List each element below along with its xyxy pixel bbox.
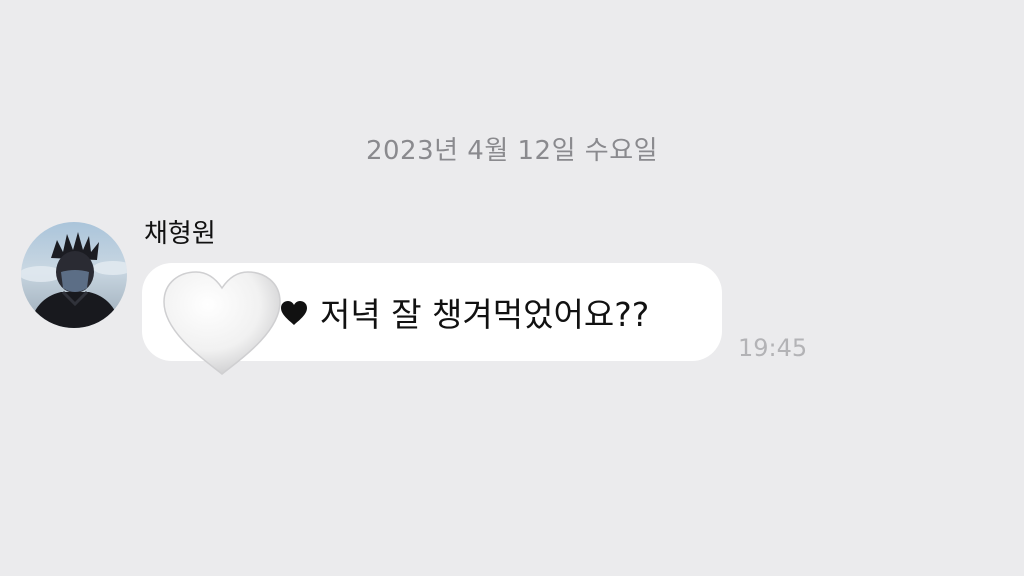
message-timestamp: 19:45 xyxy=(738,334,808,362)
black-heart-icon xyxy=(281,301,307,325)
message-text: 저녁 잘 챙겨먹었어요?? xyxy=(320,295,650,334)
white-heart-icon xyxy=(163,271,281,375)
avatar[interactable] xyxy=(21,222,127,328)
date-divider: 2023년 4월 12일 수요일 xyxy=(365,136,659,166)
sender-name: 채형원 xyxy=(144,219,216,249)
profile-photo xyxy=(21,232,127,328)
